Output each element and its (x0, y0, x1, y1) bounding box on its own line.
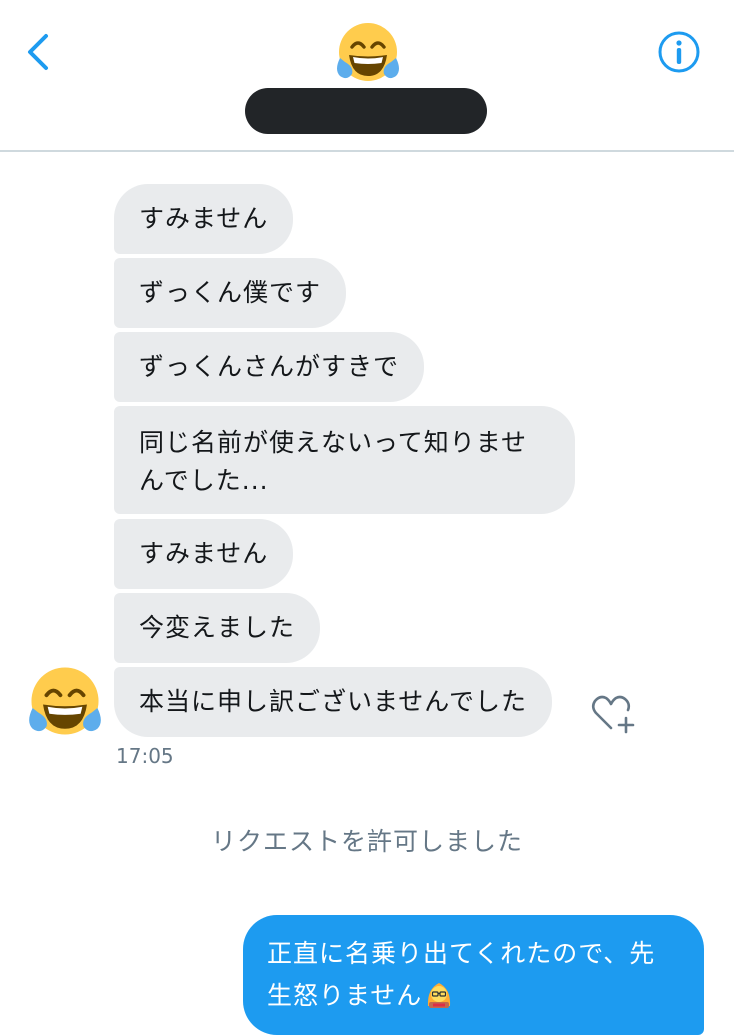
contact-name-redacted (245, 88, 487, 134)
info-button[interactable] (657, 30, 701, 74)
face-with-tears-of-joy-icon (337, 23, 399, 81)
contact-avatar[interactable] (336, 20, 400, 84)
conversation-header (0, 0, 734, 152)
incoming-message[interactable]: ずっくん僕です (114, 258, 347, 328)
incoming-message[interactable]: 本当に申し訳ございませんでした (114, 667, 553, 737)
outgoing-message-text: 正直に名乗り出てくれたので、先生怒りません (267, 939, 656, 1010)
incoming-message[interactable]: すみません (114, 184, 294, 254)
incoming-message[interactable]: ずっくんさんがすきで (114, 332, 425, 402)
incoming-message[interactable]: すみません (114, 519, 294, 589)
message-timestamp: 17:05 (116, 744, 174, 768)
woman-teacher-icon (428, 983, 451, 1008)
system-message: リクエストを許可しました (210, 827, 523, 856)
face-with-tears-of-joy-icon (29, 667, 101, 735)
incoming-message[interactable]: 今変えました (114, 593, 321, 663)
chevron-left-icon (28, 34, 48, 70)
message-thread: すみません ずっくん僕です ずっくんさんがすきで 同じ名前が使えないって知りませ… (0, 152, 734, 1035)
back-button[interactable] (22, 30, 58, 74)
incoming-message[interactable]: 同じ名前が使えないって知りませんでした... (114, 406, 575, 514)
info-circle-icon (658, 31, 700, 73)
like-message-button[interactable] (590, 692, 636, 736)
heart-plus-icon (591, 695, 635, 734)
sender-avatar[interactable] (28, 664, 102, 738)
outgoing-message[interactable]: 正直に名乗り出てくれたので、先生怒りません (243, 915, 704, 1035)
